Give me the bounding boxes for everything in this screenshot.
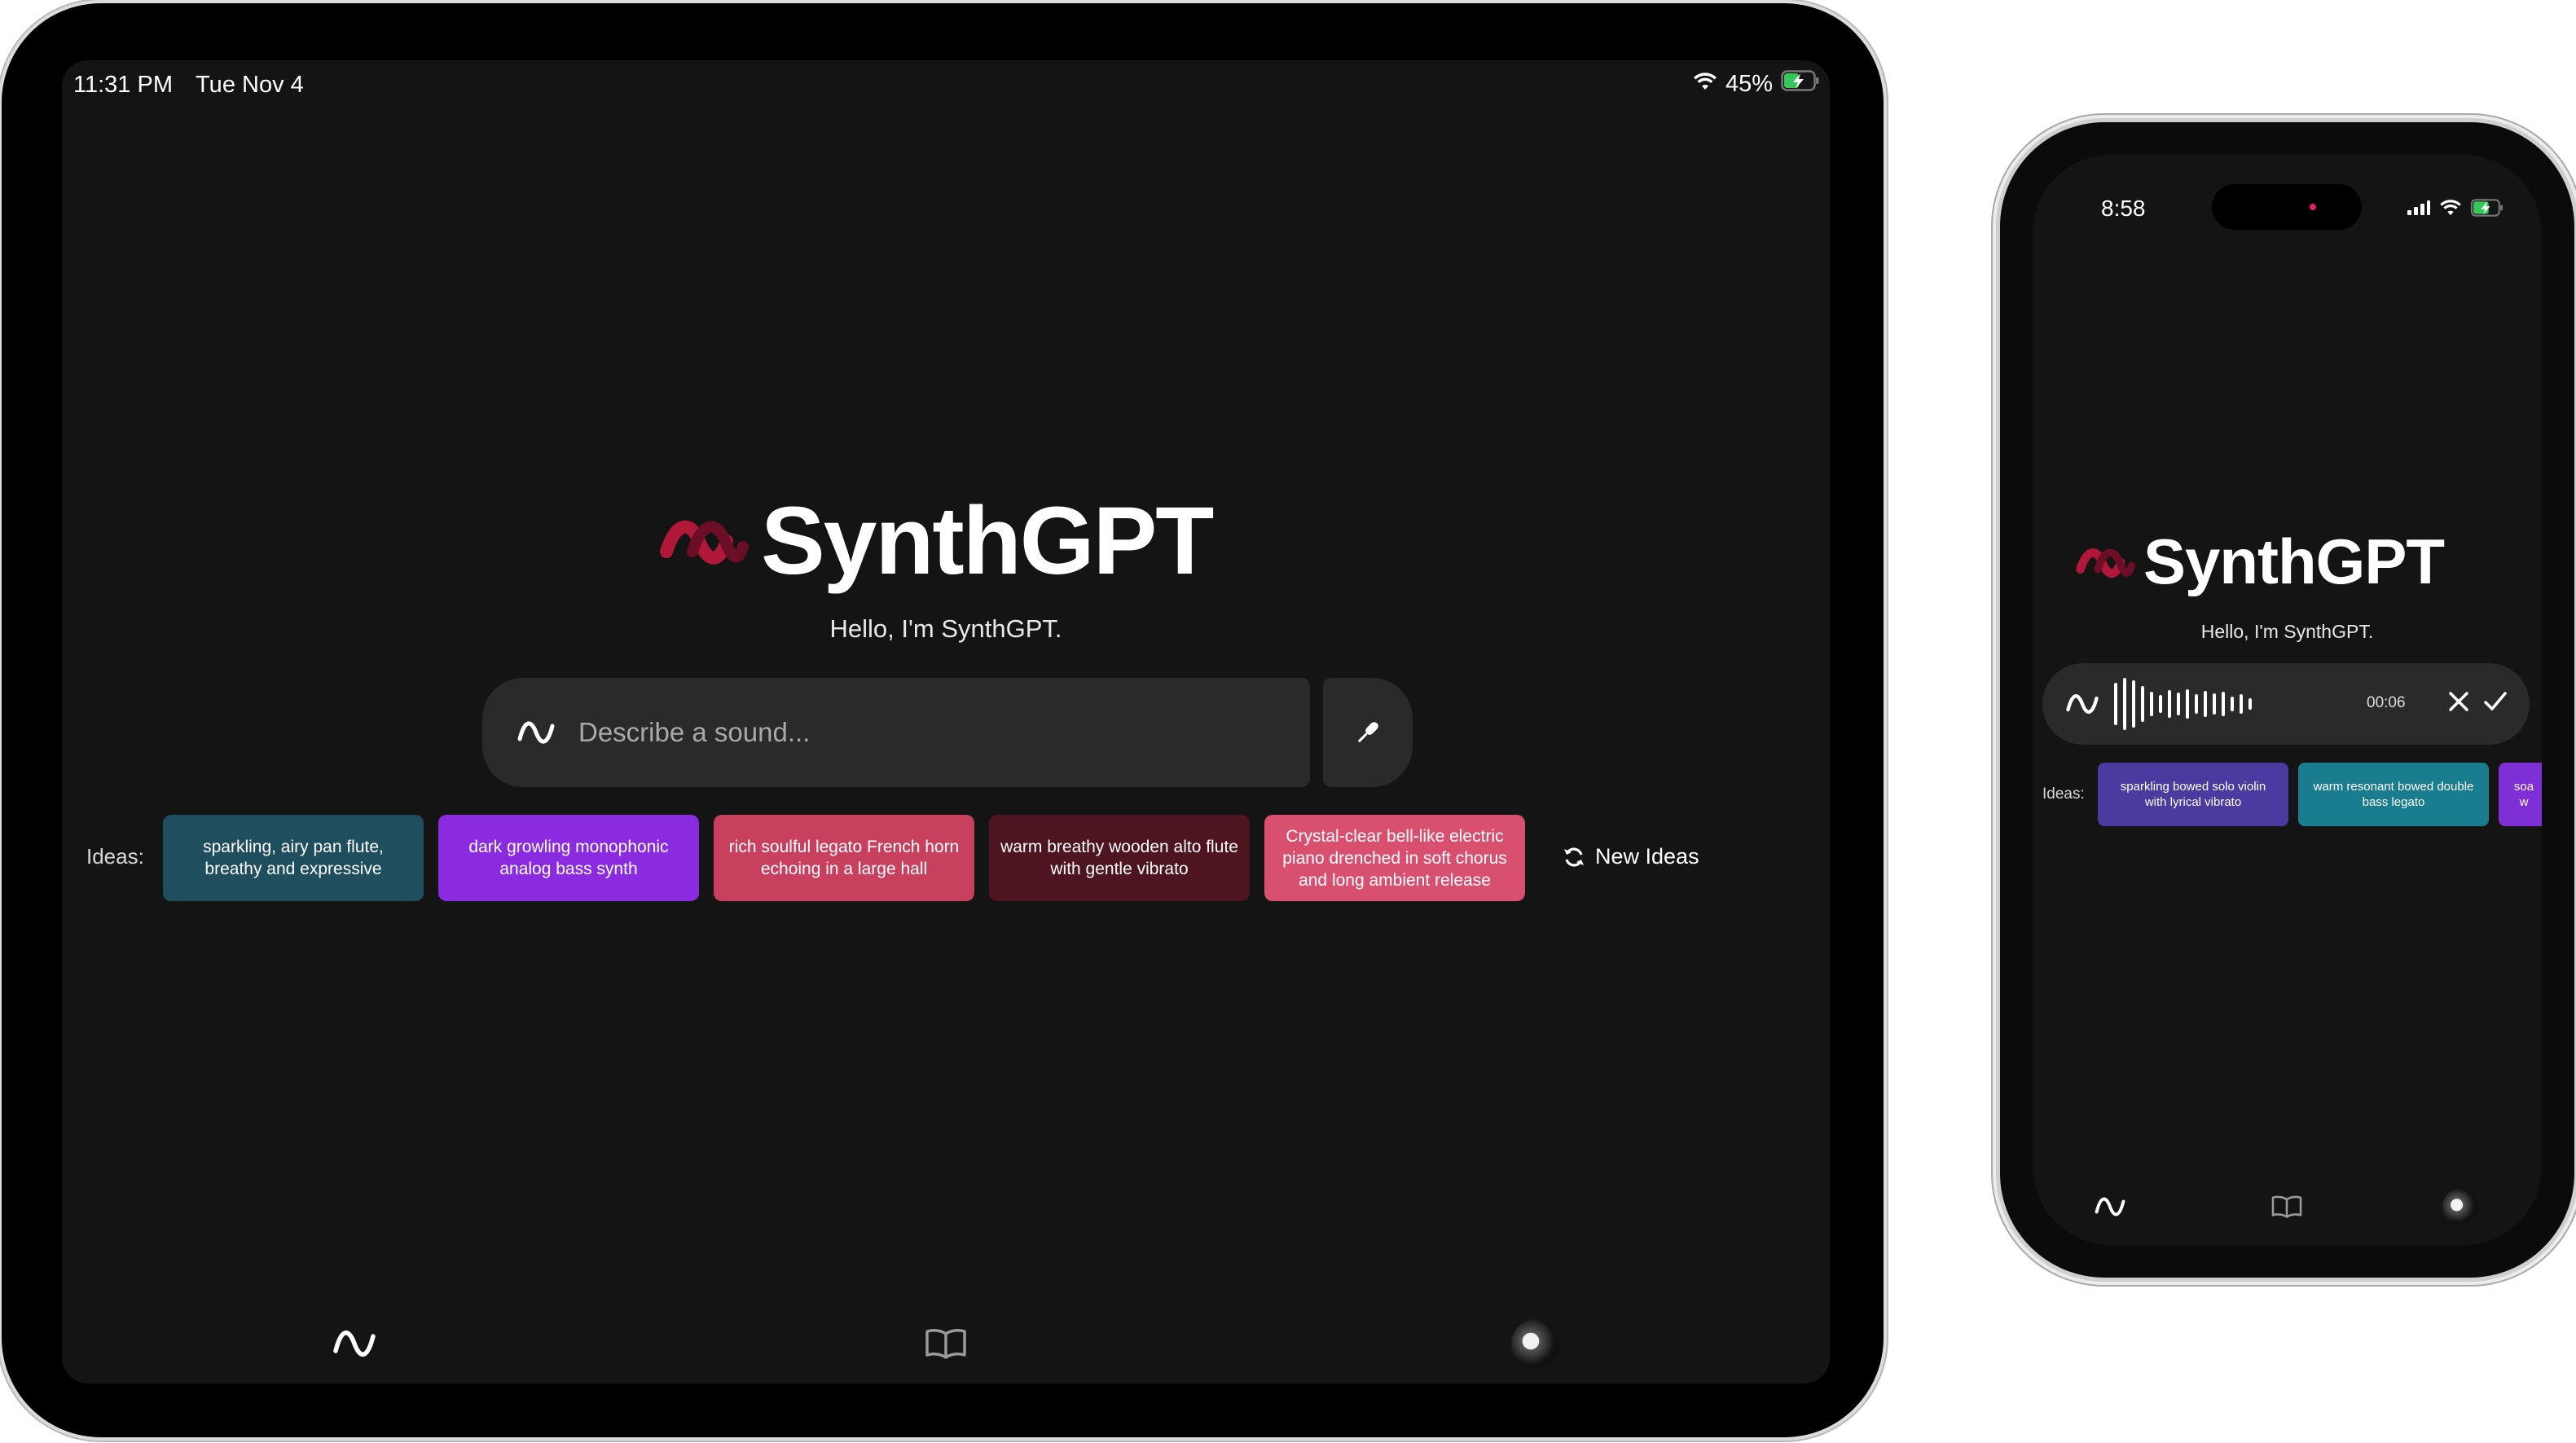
new-ideas-button[interactable]: New Ideas [1563,844,1699,869]
tablet-screen: 11:31 PM Tue Nov 4 45% SynthGPT Hello, I… [62,60,1830,1384]
synth-wave-logo-icon [2076,548,2135,578]
nav-library-tab[interactable] [917,1315,974,1372]
nav-profile-tab[interactable] [2440,1186,2481,1227]
idea-chip-text: Crystal-clear bell-like electric piano d… [1282,826,1507,890]
idea-chip[interactable]: soa w [2499,763,2542,826]
greeting-text: Hello, I'm SynthGPT. [829,614,1062,643]
nav-synth-tab[interactable] [326,1315,383,1372]
wifi-icon [2440,200,2461,216]
status-time: 8:58 [2101,196,2146,221]
microphone-icon [1358,722,1378,742]
idea-chip[interactable]: warm breathy wooden alto flute with gent… [989,815,1250,901]
audio-waveform [2114,678,2252,730]
refresh-icon [1564,847,1584,867]
book-icon [2271,1195,2302,1218]
wave-icon [517,721,555,744]
idea-chip[interactable]: dark growling monophonic analog bass syn… [438,815,699,901]
brand-logo: SynthGPT [660,486,1214,596]
recording-timer: 00:06 [2367,694,2406,711]
battery-charging-icon [2470,199,2503,217]
ideas-label: Ideas: [2042,785,2085,803]
battery-charging-icon [1781,70,1820,98]
ideas-label: Ideas: [86,844,144,869]
nav-synth-tab[interactable] [2090,1186,2130,1227]
phone-device-frame: 8:58 SynthGPT Hello, I'm SynthGPT. 00:06… [2000,122,2574,1278]
idea-chip-text: rich soulful legato French horn echoing … [728,838,960,878]
idea-chip-text: soa w [2513,780,2534,809]
dynamic-island [2212,184,2362,230]
idea-chip-text: dark growling monophonic analog bass syn… [468,838,669,878]
wifi-icon [1693,71,1717,98]
idea-chip[interactable]: sparkling, airy pan flute, breathy and e… [163,815,424,901]
idea-chip-text: warm breathy wooden alto flute with gent… [1000,838,1238,878]
recording-indicator-dot [2310,204,2316,210]
book-icon [925,1329,966,1359]
idea-chip[interactable]: Crystal-clear bell-like electric piano d… [1264,815,1525,901]
voice-recording-bar: 00:06 [2042,663,2530,745]
brand-logo: SynthGPT [2075,525,2445,599]
status-time: 11:31 PM [73,72,173,98]
idea-chip[interactable]: warm resonant bowed double bass legato [2298,763,2489,826]
synth-wave-logo-icon [660,520,749,565]
idea-chip-text: warm resonant bowed double bass legato [2313,780,2474,809]
battery-percent: 45% [1725,70,1773,97]
sound-search-bar[interactable] [482,678,1310,787]
avatar [2442,1189,2478,1225]
idea-chip-text: sparkling bowed solo violin with lyrical… [2120,780,2266,809]
tablet-status-bar-left: 11:31 PM Tue Nov 4 [73,72,304,99]
phone-screen: 8:58 SynthGPT Hello, I'm SynthGPT. 00:06… [2033,155,2542,1245]
nav-library-tab[interactable] [2266,1186,2307,1227]
describe-sound-input[interactable] [577,716,1248,749]
phone-status-icons [2407,199,2504,217]
avatar [1511,1319,1560,1368]
greeting-text: Hello, I'm SynthGPT. [2200,621,2374,642]
idea-chip[interactable]: rich soulful legato French horn echoing … [714,815,974,901]
wave-icon [2066,694,2099,714]
idea-chip[interactable]: sparkling bowed solo violin with lyrical… [2098,763,2288,826]
ideas-row: Ideas: sparkling bowed solo violin with … [2042,763,2542,828]
brand-name: SynthGPT [2143,526,2445,597]
tablet-status-bar-right: 45% [1693,70,1820,98]
new-ideas-label: New Ideas [1595,844,1699,869]
brand-name: SynthGPT [761,487,1214,595]
synth-wave-icon [333,1331,376,1357]
cellular-signal-icon [2407,200,2430,215]
synth-wave-icon [2095,1197,2125,1216]
tablet-device-frame: 11:31 PM Tue Nov 4 45% SynthGPT Hello, I… [2,3,1884,1437]
nav-profile-tab[interactable] [1507,1315,1564,1372]
close-icon[interactable] [2446,689,2471,714]
check-icon[interactable] [2482,689,2508,714]
microphone-button[interactable] [1323,678,1413,787]
status-date: Tue Nov 4 [196,72,304,98]
idea-chip-text: sparkling, airy pan flute, breathy and e… [203,838,384,878]
